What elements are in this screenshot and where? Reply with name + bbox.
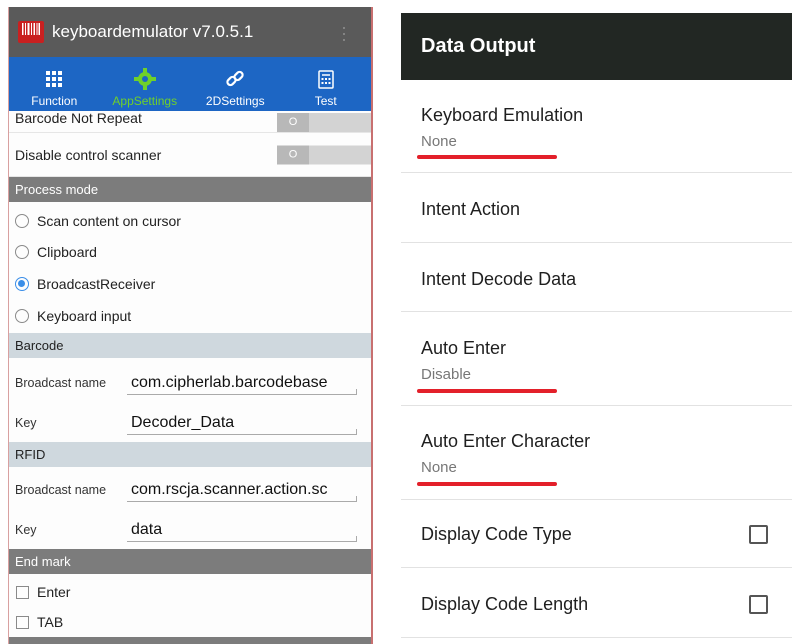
radio-button[interactable] bbox=[15, 308, 29, 323]
section-title: Barcode bbox=[15, 338, 64, 353]
section-title: Process mode bbox=[15, 182, 99, 197]
tab-label: 2DSettings bbox=[205, 94, 265, 108]
tab-label: Function bbox=[31, 94, 78, 108]
item-title: Keyboard Emulation bbox=[421, 105, 584, 125]
broadcast-name-label: Broadcast name bbox=[15, 376, 107, 390]
barcode-broadcast-name-row: Broadcast name com.cipherlab.barcodebase bbox=[9, 362, 371, 404]
display-code-length-checkbox[interactable] bbox=[749, 595, 768, 614]
item-title: Intent Action bbox=[421, 199, 521, 219]
toggle-knob: O bbox=[277, 113, 309, 132]
barcode-not-repeat-label: Barcode Not Repeat bbox=[15, 110, 142, 126]
tab-checkbox[interactable] bbox=[16, 615, 29, 629]
key-label: Key bbox=[15, 523, 37, 537]
barcode-app-icon bbox=[18, 21, 44, 43]
item-title: Auto Enter bbox=[421, 338, 507, 358]
highlight-underline bbox=[417, 155, 557, 159]
item-title: Intent Decode Data bbox=[421, 269, 577, 289]
checkbox-label: TAB bbox=[37, 614, 64, 630]
display-code-type-checkbox[interactable] bbox=[749, 525, 768, 544]
radio-scan-content-on-cursor[interactable]: Scan content on cursor bbox=[9, 205, 371, 236]
radio-clipboard[interactable]: Clipboard bbox=[9, 236, 371, 267]
overflow-menu-icon[interactable]: · · · bbox=[341, 18, 347, 48]
item-value: Disable bbox=[421, 366, 472, 383]
link-icon bbox=[225, 68, 245, 90]
highlight-underline bbox=[417, 389, 557, 393]
grid-icon bbox=[45, 68, 63, 90]
section-title: RFID bbox=[15, 447, 46, 462]
barcode-not-repeat-toggle[interactable]: O bbox=[277, 113, 371, 132]
tab-label: AppSettings bbox=[112, 94, 178, 108]
disable-control-scanner-row: Disable control scanner O bbox=[9, 133, 371, 177]
tab-test[interactable]: Test bbox=[281, 57, 372, 111]
checkbox-tab-row[interactable]: TAB bbox=[9, 607, 371, 637]
rfid-key-row: Key data bbox=[9, 511, 371, 549]
rfid-broadcast-name-row: Broadcast name com.rscja.scanner.action.… bbox=[9, 469, 371, 511]
checkbox-label: Enter bbox=[37, 584, 71, 600]
keyboard-emulation-item[interactable]: Keyboard Emulation None bbox=[401, 80, 792, 173]
item-title: Display Code Length bbox=[421, 594, 589, 614]
rfid-key-input[interactable]: data bbox=[127, 519, 357, 542]
radio-broadcastreceiver[interactable]: BroadcastReceiver bbox=[9, 268, 371, 299]
section-title: End mark bbox=[15, 554, 71, 569]
barcode-key-input[interactable]: Decoder_Data bbox=[127, 412, 357, 435]
page-title: Data Output bbox=[421, 35, 536, 57]
display-code-length-item[interactable]: Display Code Length bbox=[401, 568, 792, 638]
auto-enter-item[interactable]: Auto Enter Disable bbox=[401, 312, 792, 406]
keyboardemulator-app-panel: keyboardemulator v7.0.5.1 ··· Function bbox=[8, 7, 373, 644]
tab-2dsettings[interactable]: 2DSettings bbox=[190, 57, 281, 111]
item-title: Display Code Type bbox=[421, 524, 572, 544]
tab-bar: Function AppSettings 2DSettings Test bbox=[9, 57, 371, 111]
radio-label: Scan content on cursor bbox=[37, 212, 181, 229]
radio-label: BroadcastReceiver bbox=[37, 275, 156, 292]
barcode-not-repeat-row: Barcode Not Repeat O bbox=[9, 110, 371, 133]
item-value: None bbox=[421, 133, 457, 150]
checkbox-enter-row[interactable]: Enter bbox=[9, 577, 371, 607]
data-output-header: Data Output bbox=[401, 13, 792, 80]
barcode-broadcast-name-input[interactable]: com.cipherlab.barcodebase bbox=[127, 372, 357, 395]
process-mode-header: Process mode bbox=[9, 177, 371, 202]
gear-icon bbox=[133, 68, 156, 90]
rfid-section-header: RFID bbox=[9, 442, 371, 467]
radio-keyboard-input[interactable]: Keyboard input bbox=[9, 300, 371, 331]
app-title: keyboardemulator v7.0.5.1 bbox=[52, 22, 254, 41]
display-code-type-item[interactable]: Display Code Type bbox=[401, 500, 792, 568]
intent-action-item[interactable]: Intent Action bbox=[401, 173, 792, 243]
toggle-knob: O bbox=[277, 145, 309, 164]
tab-appsettings[interactable]: AppSettings bbox=[100, 57, 191, 111]
barcode-key-row: Key Decoder_Data bbox=[9, 404, 371, 442]
rfid-broadcast-name-input[interactable]: com.rscja.scanner.action.sc bbox=[127, 479, 357, 502]
app-title-bar: keyboardemulator v7.0.5.1 · · · bbox=[9, 7, 371, 57]
data-output-panel: Data Output Keyboard Emulation None Inte… bbox=[401, 13, 792, 644]
tab-function[interactable]: Function bbox=[9, 57, 100, 111]
radio-button[interactable] bbox=[15, 244, 29, 259]
radio-label: Clipboard bbox=[37, 243, 97, 260]
auto-enter-character-item[interactable]: Auto Enter Character None bbox=[401, 406, 792, 500]
broadcast-name-label: Broadcast name bbox=[15, 483, 107, 497]
barcode-section-header: Barcode bbox=[9, 333, 371, 358]
calculator-icon bbox=[318, 68, 334, 90]
item-title: Auto Enter Character bbox=[421, 431, 591, 451]
tab-label: Test bbox=[314, 94, 337, 108]
intent-decode-data-item[interactable]: Intent Decode Data bbox=[401, 243, 792, 312]
radio-label: Keyboard input bbox=[37, 307, 132, 324]
section-divider bbox=[9, 637, 371, 644]
item-value: None bbox=[421, 459, 457, 476]
enter-checkbox[interactable] bbox=[16, 585, 29, 599]
end-mark-header: End mark bbox=[9, 549, 371, 574]
key-label: Key bbox=[15, 416, 37, 430]
radio-button[interactable] bbox=[15, 213, 29, 228]
radio-button-selected[interactable] bbox=[15, 276, 29, 291]
disable-control-scanner-label: Disable control scanner bbox=[15, 146, 162, 163]
disable-control-scanner-toggle[interactable]: O bbox=[277, 145, 371, 164]
highlight-underline bbox=[417, 482, 557, 486]
